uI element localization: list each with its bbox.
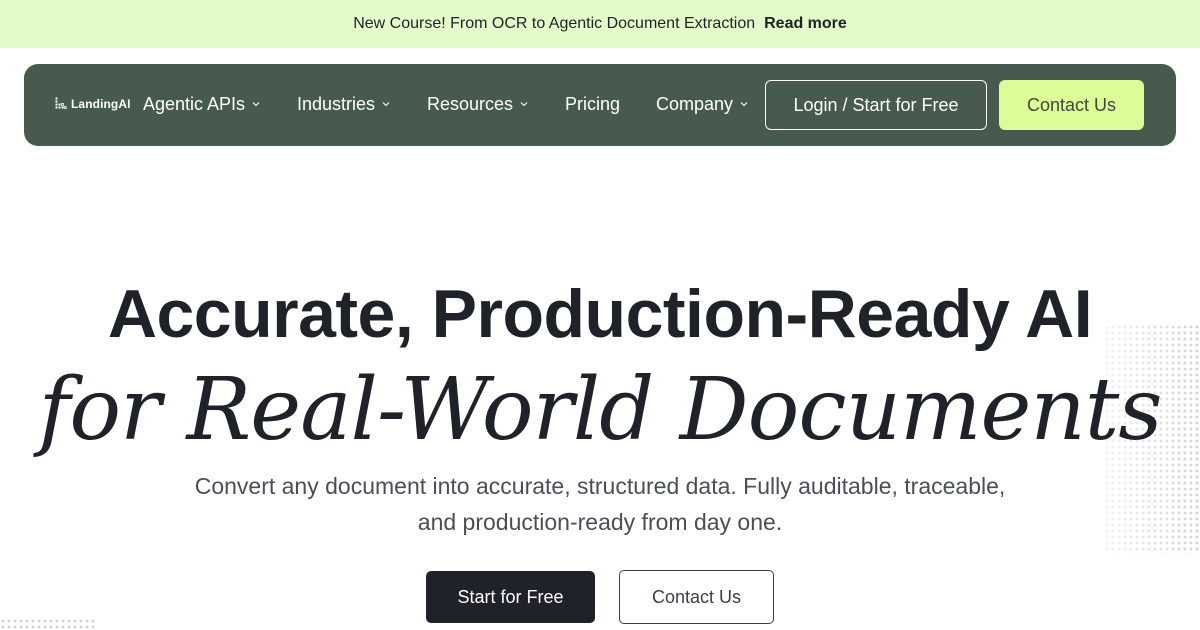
decorative-dot-pattern (0, 618, 94, 630)
chevron-down-icon (520, 102, 528, 107)
contact-us-button[interactable]: Contact Us (619, 570, 774, 624)
nav-item-industries[interactable]: Industries (297, 93, 391, 115)
main-navbar: LandingAI Agentic APIs Industries Resour… (24, 64, 1176, 146)
chevron-down-icon (252, 102, 260, 107)
hero-subtitle-line: and production-ready from day one. (417, 509, 783, 535)
announcement-text: New Course! From OCR to Agentic Document… (353, 15, 756, 32)
announcement-bar: New Course! From OCR to Agentic Document… (0, 0, 1200, 48)
landingai-logo-icon (55, 97, 67, 111)
read-more-link[interactable]: Read more (764, 15, 847, 33)
nav-item-label: Industries (297, 93, 376, 114)
nav-item-label: Pricing (565, 93, 621, 114)
nav-item-label: Resources (427, 93, 514, 114)
nav-item-label: Company (656, 93, 734, 114)
chevron-down-icon (382, 102, 390, 107)
logo[interactable]: LandingAI (55, 97, 131, 111)
hero-title: Accurate, Production-Ready AI (107, 276, 1093, 352)
nav-item-label: Agentic APIs (143, 93, 246, 114)
nav-item-resources[interactable]: Resources (427, 93, 529, 115)
contact-us-nav-button[interactable]: Contact Us (999, 80, 1144, 130)
logo-text: LandingAI (71, 97, 131, 111)
nav-item-company[interactable]: Company (656, 93, 749, 115)
nav-item-pricing[interactable]: Pricing (565, 93, 620, 115)
nav-item-agentic-apis[interactable]: Agentic APIs (143, 93, 261, 115)
chevron-down-icon (740, 102, 748, 107)
start-for-free-button[interactable]: Start for Free (426, 571, 595, 623)
hero-subtitle-line: Convert any document into accurate, stru… (194, 473, 1006, 499)
login-button[interactable]: Login / Start for Free (765, 80, 987, 130)
hero-title-italic: for Real-World Documents (38, 360, 1163, 460)
hero-subtitle: Convert any document into accurate, stru… (150, 468, 1050, 540)
